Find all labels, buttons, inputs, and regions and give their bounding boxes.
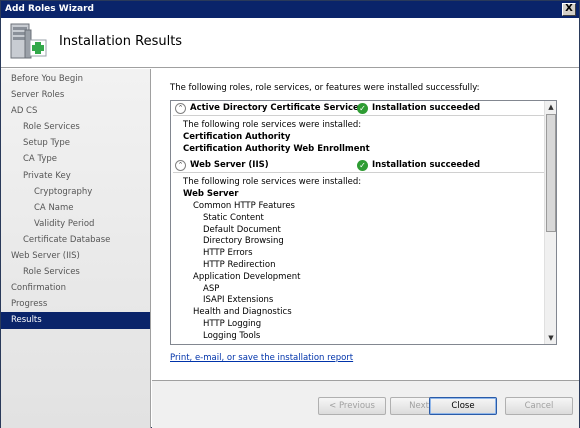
- nav-item[interactable]: Confirmation: [1, 280, 150, 296]
- role-name: Active Directory Certificate Services: [190, 103, 364, 113]
- cancel-button[interactable]: Cancel: [505, 397, 573, 415]
- role-services-subtitle: The following role services were install…: [183, 120, 362, 130]
- role-service-item: HTTP Logging: [203, 319, 262, 329]
- nav-item[interactable]: Results: [1, 312, 150, 329]
- add-roles-wizard-window: Add Roles Wizard X Installation Results …: [0, 0, 580, 428]
- nav-item[interactable]: Cryptography: [1, 184, 150, 200]
- role-service-item: Default Document: [203, 224, 281, 235]
- nav-item[interactable]: Role Services: [1, 119, 150, 135]
- role-service-item: Logging Tools: [203, 330, 261, 341]
- status-text: Installation succeeded: [372, 103, 481, 113]
- wizard-footer: < Previous Next > Close Cancel: [152, 380, 579, 428]
- nav-item[interactable]: Progress: [1, 296, 150, 312]
- previous-button[interactable]: < Previous: [318, 397, 386, 415]
- role-service-item: Directory Browsing: [203, 236, 284, 247]
- role-service-item: Common HTTP Features: [193, 201, 295, 211]
- role-services-subtitle: The following role services were install…: [183, 177, 362, 188]
- nav-item[interactable]: Private Key: [1, 168, 150, 184]
- success-check-icon: ✓: [357, 103, 368, 114]
- collapse-icon[interactable]: ⌃: [175, 103, 186, 114]
- window-title: Add Roles Wizard: [5, 4, 94, 14]
- status-text: Installation succeeded: [372, 160, 481, 171]
- close-window-button[interactable]: X: [562, 3, 576, 16]
- role-service-item: HTTP Redirection: [203, 260, 276, 270]
- nav-item[interactable]: AD CS: [1, 103, 150, 119]
- role-section-header: ⌃ Active Directory Certificate Services ✓ I…: [173, 102, 545, 116]
- nav-item[interactable]: Server Roles: [1, 87, 150, 103]
- role-service-item: Certification Authority: [183, 131, 291, 142]
- close-button[interactable]: Close: [429, 397, 497, 415]
- nav-item[interactable]: Validity Period: [1, 216, 150, 232]
- server-roles-add-icon: [10, 23, 47, 59]
- nav-item[interactable]: Setup Type: [1, 135, 150, 151]
- results-scrollbar[interactable]: ▲ ▼: [544, 101, 556, 344]
- nav-item[interactable]: CA Name: [1, 200, 150, 216]
- nav-item[interactable]: Web Server (IIS): [1, 248, 150, 264]
- role-service-item: ISAPI Extensions: [203, 295, 274, 306]
- success-check-icon: ✓: [357, 160, 368, 172]
- role-service-item: Static Content: [203, 212, 264, 223]
- role-service-item: Certification Authority Web Enrollment: [183, 143, 370, 154]
- nav-item[interactable]: Role Services: [1, 264, 150, 280]
- intro-text: The following roles, role services, or f…: [170, 83, 480, 93]
- role-service-item: ASP: [203, 283, 220, 294]
- scroll-down-icon[interactable]: ▼: [545, 332, 556, 344]
- role-name: Web Server (IIS): [190, 160, 269, 171]
- results-list[interactable]: ⌃ Active Directory Certificate Services ✓ I…: [170, 100, 557, 345]
- scroll-up-icon[interactable]: ▲: [545, 101, 556, 113]
- nav-item[interactable]: Certificate Database: [1, 232, 150, 248]
- nav-item[interactable]: CA Type: [1, 151, 150, 167]
- installation-report-link[interactable]: Print, e-mail, or save the installation …: [170, 353, 353, 363]
- collapse-icon[interactable]: ⌃: [175, 160, 186, 172]
- role-service-item: Web Server: [183, 189, 239, 200]
- role-service-item: HTTP Errors: [203, 248, 253, 259]
- nav-list: Before You Begin Server Roles AD CS Role Se…: [1, 69, 150, 329]
- role-section-header: ⌃ Web Server (IIS) ✓ Installation succeeded: [173, 159, 545, 174]
- nav-item[interactable]: Before You Begin: [1, 71, 150, 87]
- scroll-thumb[interactable]: [546, 114, 556, 232]
- wizard-header: Installation Results: [1, 18, 579, 68]
- results-list-content: ⌃ Active Directory Certificate Services ✓ I…: [171, 101, 545, 344]
- results-content: The following roles, role services, or f…: [152, 69, 579, 379]
- role-service-item: Health and Diagnostics: [193, 307, 292, 318]
- title-bar[interactable]: Add Roles Wizard X: [1, 1, 579, 18]
- role-service-item: Application Development: [193, 271, 301, 282]
- page-title: Installation Results: [59, 34, 183, 49]
- wizard-nav: Before You Begin Server Roles AD CS Role Se…: [1, 69, 151, 428]
